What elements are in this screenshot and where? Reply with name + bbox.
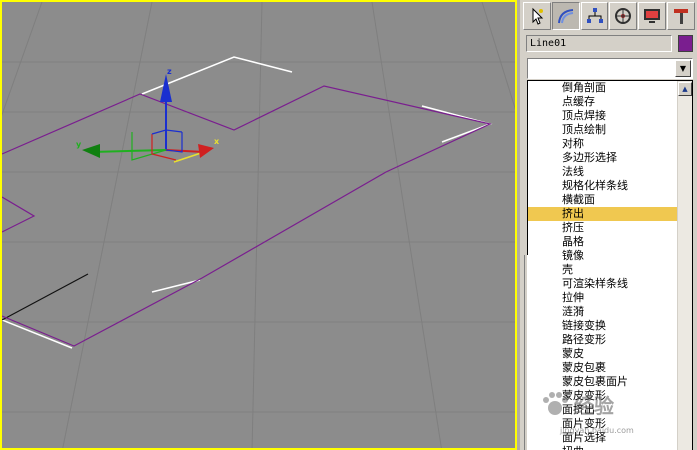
command-panel-tabs	[523, 2, 695, 32]
tab-display[interactable]	[638, 2, 667, 30]
viewport-scene: z x y	[2, 2, 515, 448]
tab-motion[interactable]	[609, 2, 638, 30]
panel-rollout-edge	[524, 255, 528, 450]
modifier-list-item[interactable]: 可渲染样条线	[528, 277, 678, 291]
object-name-field[interactable]: Line01	[526, 35, 672, 52]
perspective-viewport[interactable]: z x y	[0, 0, 517, 450]
object-name-row: Line01	[526, 35, 694, 52]
modifier-list-item[interactable]: 点缓存	[528, 95, 678, 109]
modifier-list-item[interactable]: 涟漪	[528, 305, 678, 319]
modifier-list-items: 倒角剖面 点缓存 顶点焊接 顶点绘制 对称 多边形选择 法线 规格化样条线 横截面 挤出 挤压 晶格镜…	[528, 81, 678, 450]
modifier-list-item[interactable]: 蒙皮变形	[528, 389, 678, 403]
line01-spline-notch	[2, 196, 36, 233]
scroll-up-icon[interactable]: ▲	[678, 82, 692, 96]
spline-black-edge	[2, 273, 89, 321]
modifier-list-item[interactable]: 横截面	[528, 193, 678, 207]
modifier-list-item[interactable]: 蒙皮包裹面片	[528, 375, 678, 389]
command-panel: Line01 ▼ 倒角剖面 点缓存 顶点焊接 顶点绘制 对称 多边形选择 法线 规格化样条线横…	[520, 0, 697, 450]
modifier-list-item[interactable]: 面挤出	[528, 403, 678, 417]
modifier-list-item[interactable]: 蒙皮	[528, 347, 678, 361]
modifier-list-item[interactable]: 对称	[528, 137, 678, 151]
modifier-list[interactable]: 倒角剖面 点缓存 顶点焊接 顶点绘制 对称 多边形选择 法线 规格化样条线 横截面 挤出 挤压 晶格镜…	[527, 80, 693, 450]
motion-wheel-icon	[615, 8, 632, 24]
modifier-list-item[interactable]: 挤出	[528, 207, 678, 221]
line01-spline[interactable]	[2, 85, 492, 347]
modifier-list-item[interactable]: 顶点焊接	[528, 109, 678, 123]
tab-modify[interactable]	[551, 2, 580, 30]
spline-highlight-edges	[2, 56, 493, 349]
viewport-grid	[2, 2, 515, 448]
transform-gizmo[interactable]: z x y	[76, 67, 220, 163]
modifier-list-item[interactable]: 规格化样条线	[528, 179, 678, 193]
watermark-url: jingyan.baidu.com	[560, 426, 634, 435]
modifier-list-item[interactable]: 壳	[528, 263, 678, 277]
modifier-list-item[interactable]: 倒角剖面	[528, 81, 678, 95]
utilities-hammer-icon	[674, 9, 689, 24]
create-arrow-icon	[532, 7, 544, 25]
tab-utilities[interactable]	[667, 2, 695, 30]
modifier-list-item[interactable]: 晶格	[528, 235, 678, 249]
hierarchy-icon	[586, 8, 603, 23]
modifier-list-item[interactable]: 蒙皮包裹	[528, 361, 678, 375]
axis-label-z: z	[167, 67, 172, 76]
modifier-list-item[interactable]: 扭曲	[528, 445, 678, 450]
tab-create[interactable]	[523, 2, 551, 30]
modifier-list-item[interactable]: 镜像	[528, 249, 678, 263]
axis-label-y: y	[76, 140, 82, 149]
modifier-list-item[interactable]: 多边形选择	[528, 151, 678, 165]
modify-arc-icon	[557, 9, 573, 24]
modifier-list-item[interactable]: 顶点绘制	[528, 123, 678, 137]
modifier-list-item[interactable]: 法线	[528, 165, 678, 179]
object-color-swatch[interactable]	[678, 35, 693, 52]
modifier-list-dropdown[interactable]: ▼	[527, 58, 693, 79]
tab-hierarchy[interactable]	[580, 2, 609, 30]
modifier-list-item[interactable]: 挤压	[528, 221, 678, 235]
modifier-list-item[interactable]: 链接变换	[528, 319, 678, 333]
modifier-list-scrollbar[interactable]: ▲	[677, 81, 692, 450]
axis-label-x: x	[214, 137, 220, 146]
modifier-list-item[interactable]: 路径变形	[528, 333, 678, 347]
modifier-list-item[interactable]: 拉伸	[528, 291, 678, 305]
display-monitor-icon	[644, 9, 661, 23]
chevron-down-icon[interactable]: ▼	[675, 60, 691, 77]
